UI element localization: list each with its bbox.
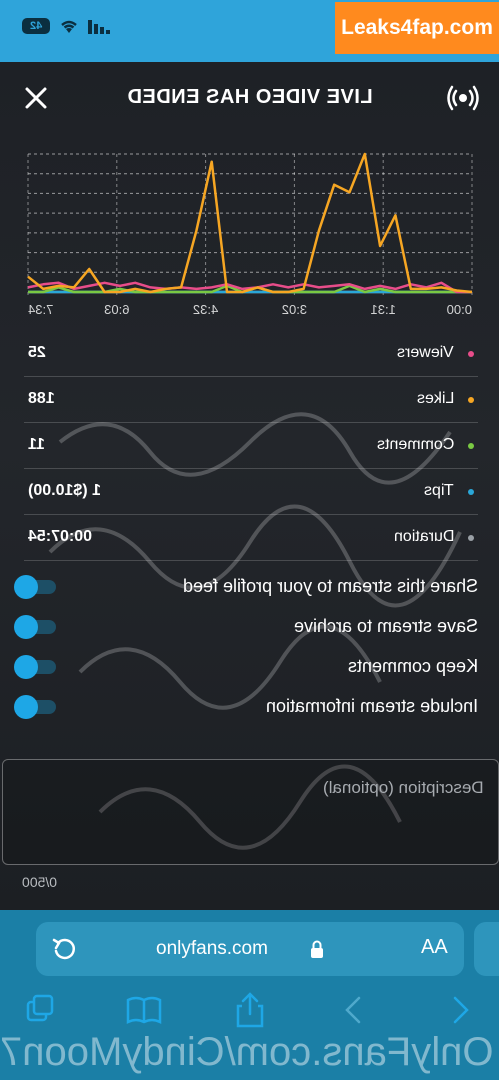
stat-dot bbox=[468, 535, 474, 541]
chart-lines bbox=[27, 152, 473, 294]
x-tick-label: 1:31 bbox=[371, 302, 396, 317]
x-tick-label: 6:03 bbox=[104, 302, 129, 317]
stat-row: Tips 1 ($10.00) bbox=[24, 468, 478, 515]
toggle-label: Keep comments bbox=[347, 656, 478, 676]
x-tick-label: 3:02 bbox=[282, 302, 307, 317]
stat-dot bbox=[468, 443, 474, 449]
toggle-switch[interactable] bbox=[14, 615, 56, 639]
live-ended-panel: LIVE VIDEO HAS ENDED 0:00 1:31 3:02 4:32 6:0… bbox=[0, 62, 499, 910]
signal-icon bbox=[88, 20, 110, 34]
x-tick-label: 4:32 bbox=[193, 302, 218, 317]
stat-value: 00:07:54 bbox=[28, 528, 93, 545]
description-placeholder: Description (optional) bbox=[323, 778, 484, 797]
reload-icon[interactable] bbox=[50, 935, 78, 963]
toggle-row: Keep comments bbox=[14, 652, 478, 682]
stat-label: Likes bbox=[416, 390, 454, 407]
status-bar: 42 Leaks4fap.com bbox=[0, 0, 499, 62]
toggle-row: Save stream to archive bbox=[14, 612, 478, 642]
wifi-icon bbox=[61, 20, 77, 33]
stat-row: Duration 00:07:54 bbox=[24, 514, 478, 561]
address-bar[interactable]: onlyfans.com AA bbox=[36, 922, 464, 976]
watermark-bottom: OnlyFans.com/CindyMoon7 bbox=[0, 1025, 499, 1080]
battery-icon: 42 bbox=[22, 18, 50, 34]
stat-dot bbox=[468, 351, 474, 357]
stat-dot bbox=[468, 489, 474, 495]
battery-level: 42 bbox=[29, 20, 43, 32]
stat-label: Tips bbox=[424, 482, 454, 499]
series-line bbox=[27, 152, 473, 294]
url-text: onlyfans.com bbox=[156, 938, 268, 959]
stat-value: 25 bbox=[28, 344, 46, 361]
toggle-switch[interactable] bbox=[14, 575, 56, 599]
page-title: LIVE VIDEO HAS ENDED bbox=[0, 86, 499, 109]
status-icons: 42 bbox=[22, 18, 112, 34]
toggle-label: Include stream information bbox=[265, 696, 478, 716]
stats-chart: 0:00 1:31 3:02 4:32 6:03 7:34 bbox=[27, 152, 473, 317]
toggle-switch[interactable] bbox=[14, 695, 56, 719]
watermark-top: Leaks4fap.com bbox=[335, 2, 499, 54]
stat-value: 11 bbox=[28, 436, 45, 453]
back-icon[interactable] bbox=[334, 990, 374, 1030]
description-input[interactable]: Description (optional) bbox=[2, 759, 499, 865]
stat-row: Viewers 25 bbox=[24, 330, 478, 377]
stat-label: Duration bbox=[393, 528, 454, 545]
forward-icon[interactable] bbox=[442, 990, 482, 1030]
stat-label: Viewers bbox=[397, 344, 454, 361]
x-tick-label: 7:34 bbox=[28, 302, 53, 317]
lock-icon bbox=[311, 940, 323, 958]
stat-label: Comments bbox=[376, 436, 454, 453]
chart-ticks: 0:00 1:31 3:02 4:32 6:03 7:34 bbox=[28, 302, 472, 317]
watermark-bottom-text: OnlyFans.com/CindyMoon7 bbox=[0, 1030, 494, 1074]
toggle-knob bbox=[14, 655, 38, 679]
stat-value: 1 ($10.00) bbox=[28, 482, 101, 499]
x-tick-label: 0:00 bbox=[447, 302, 472, 317]
description-counter: 0/500 bbox=[22, 874, 57, 890]
description-counter-text: 0/500 bbox=[22, 874, 58, 890]
tabs-icon[interactable] bbox=[22, 990, 62, 1030]
toggle-switch[interactable] bbox=[14, 655, 56, 679]
toggle-knob bbox=[14, 575, 38, 599]
bookmarks-icon[interactable] bbox=[124, 990, 164, 1030]
next-tab-preview[interactable] bbox=[474, 922, 499, 976]
toggle-row: Share this stream to your profile feed bbox=[14, 572, 478, 602]
broadcast-icon[interactable] bbox=[447, 84, 479, 112]
stat-value: 188 bbox=[28, 390, 55, 407]
reader-settings-button[interactable]: AA bbox=[421, 936, 448, 959]
stat-row: Likes 188 bbox=[24, 376, 478, 423]
toggle-label: Share this stream to your profile feed bbox=[182, 576, 478, 596]
toggle-label: Save stream to archive bbox=[293, 616, 478, 636]
stat-dot bbox=[468, 397, 474, 403]
toggle-row: Include stream information bbox=[14, 692, 478, 722]
stat-row: Comments 11 bbox=[24, 422, 478, 469]
share-icon[interactable] bbox=[230, 990, 270, 1030]
page-title-text: LIVE VIDEO HAS ENDED bbox=[126, 86, 373, 108]
header: LIVE VIDEO HAS ENDED bbox=[0, 78, 499, 118]
toggle-knob bbox=[14, 615, 38, 639]
toggle-knob bbox=[14, 695, 38, 719]
